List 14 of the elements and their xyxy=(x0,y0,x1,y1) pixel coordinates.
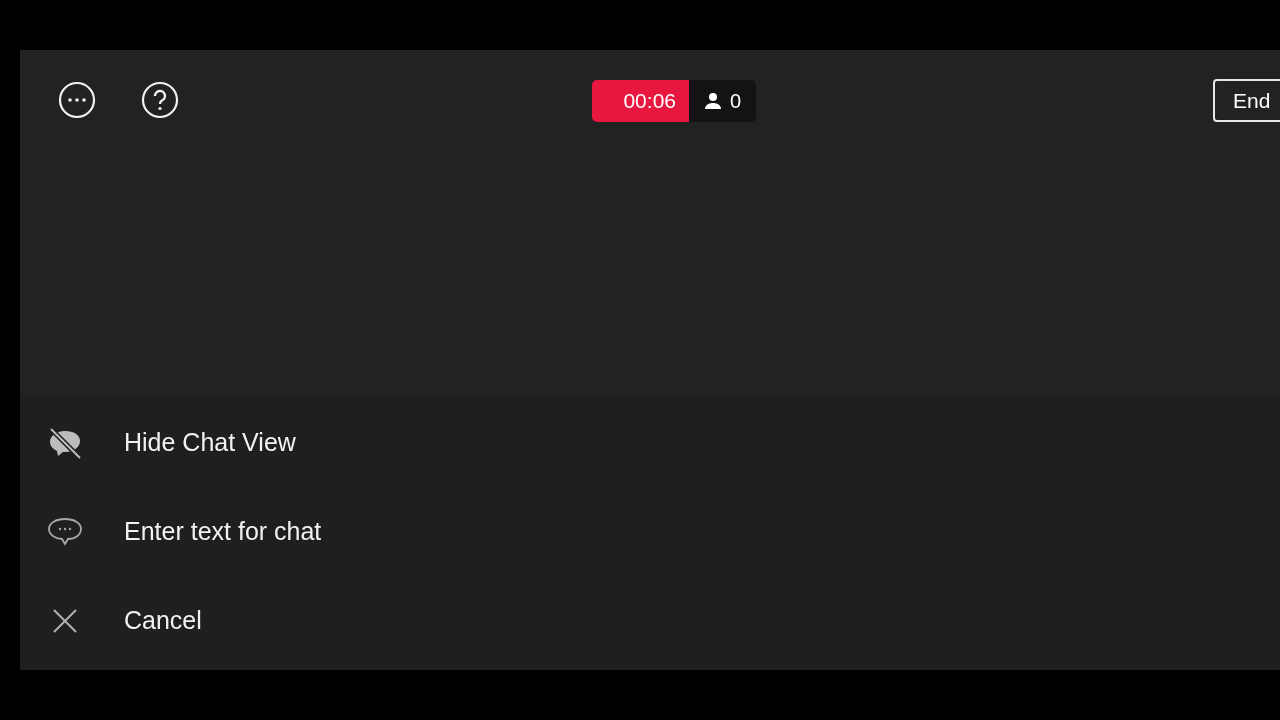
hidden-chat-icon xyxy=(48,426,82,459)
help-icon xyxy=(141,81,179,119)
close-icon xyxy=(53,608,77,633)
more-options-button[interactable] xyxy=(58,81,96,119)
menu-item[interactable]: Cancel xyxy=(20,576,1280,665)
live-timer: 00:06 xyxy=(592,80,689,122)
person-icon xyxy=(703,92,722,110)
menu-item[interactable]: Enter text for chat xyxy=(20,487,1280,576)
end-button[interactable]: End xyxy=(1213,79,1280,122)
chat-bubble-icon xyxy=(47,516,83,547)
menu-item[interactable]: Hide Chat View xyxy=(20,398,1280,487)
viewer-count: 0 xyxy=(729,89,742,113)
more-icon xyxy=(58,81,96,119)
help-button[interactable] xyxy=(141,81,179,119)
